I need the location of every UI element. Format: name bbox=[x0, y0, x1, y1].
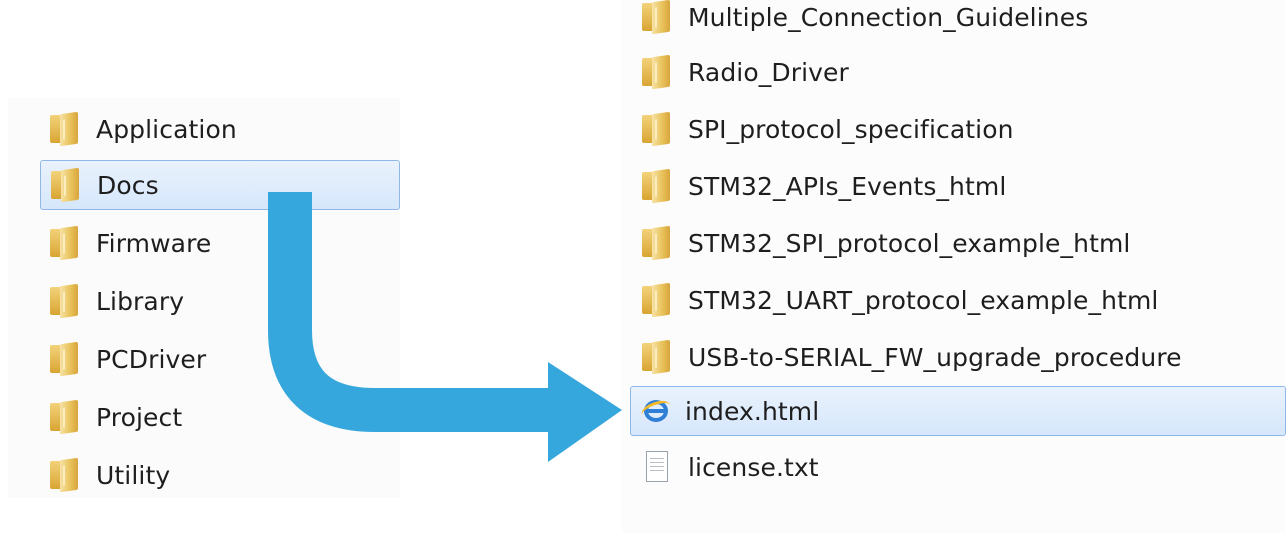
folder-icon bbox=[642, 168, 672, 204]
folder-icon bbox=[50, 341, 80, 377]
item-label: Project bbox=[96, 402, 183, 432]
item-label: Radio_Driver bbox=[688, 57, 849, 87]
folder-radio-driver[interactable]: Radio_Driver bbox=[622, 47, 1286, 97]
folder-icon bbox=[50, 457, 80, 493]
folder-pcdriver[interactable]: PCDriver bbox=[8, 334, 400, 384]
item-label: Application bbox=[96, 114, 237, 144]
folder-firmware[interactable]: Firmware bbox=[8, 218, 400, 268]
arrow-head bbox=[548, 362, 622, 462]
left-file-list: Application Docs Firmware Library PCDriv… bbox=[8, 98, 400, 498]
folder-icon bbox=[642, 225, 672, 261]
item-label: STM32_SPI_protocol_example_html bbox=[688, 228, 1131, 258]
item-label: PCDriver bbox=[96, 344, 207, 374]
internet-explorer-icon bbox=[639, 396, 673, 426]
item-label: STM32_UART_protocol_example_html bbox=[688, 285, 1159, 315]
folder-stm32-uart-protocol-example-html[interactable]: STM32_UART_protocol_example_html bbox=[622, 275, 1286, 325]
folder-usb-to-serial-fw-upgrade-procedure[interactable]: USB-to-SERIAL_FW_upgrade_procedure bbox=[622, 332, 1286, 382]
folder-utility[interactable]: Utility bbox=[8, 450, 400, 500]
text-file-icon bbox=[644, 451, 670, 483]
folder-icon bbox=[50, 283, 80, 319]
item-label: Docs bbox=[97, 170, 159, 200]
file-index-html[interactable]: index.html bbox=[630, 386, 1286, 436]
item-label: SPI_protocol_specification bbox=[688, 114, 1014, 144]
folder-icon bbox=[50, 399, 80, 435]
folder-multiple-connection-guidelines[interactable]: Multiple_Connection_Guidelines bbox=[622, 0, 1286, 42]
folder-icon bbox=[51, 167, 81, 203]
folder-icon bbox=[642, 0, 672, 35]
folder-stm32-apis-events-html[interactable]: STM32_APIs_Events_html bbox=[622, 161, 1286, 211]
folder-icon bbox=[642, 339, 672, 375]
item-label: Firmware bbox=[96, 228, 212, 258]
item-label: Library bbox=[96, 286, 185, 316]
right-file-list: Multiple_Connection_Guidelines Radio_Dri… bbox=[622, 0, 1286, 533]
item-label: USB-to-SERIAL_FW_upgrade_procedure bbox=[688, 342, 1182, 372]
file-license-txt[interactable]: license.txt bbox=[622, 442, 1286, 492]
item-label: Multiple_Connection_Guidelines bbox=[688, 2, 1089, 32]
folder-icon bbox=[642, 111, 672, 147]
folder-project[interactable]: Project bbox=[8, 392, 400, 442]
item-label: license.txt bbox=[688, 452, 819, 482]
folder-docs[interactable]: Docs bbox=[40, 160, 400, 210]
folder-icon bbox=[50, 111, 80, 147]
folder-icon bbox=[642, 282, 672, 318]
folder-application[interactable]: Application bbox=[8, 104, 400, 154]
folder-stm32-spi-protocol-example-html[interactable]: STM32_SPI_protocol_example_html bbox=[622, 218, 1286, 268]
folder-icon bbox=[642, 54, 672, 90]
item-label: STM32_APIs_Events_html bbox=[688, 171, 1007, 201]
folder-library[interactable]: Library bbox=[8, 276, 400, 326]
item-label: index.html bbox=[685, 396, 820, 426]
item-label: Utility bbox=[96, 460, 171, 490]
folder-icon bbox=[50, 225, 80, 261]
folder-spi-protocol-specification[interactable]: SPI_protocol_specification bbox=[622, 104, 1286, 154]
